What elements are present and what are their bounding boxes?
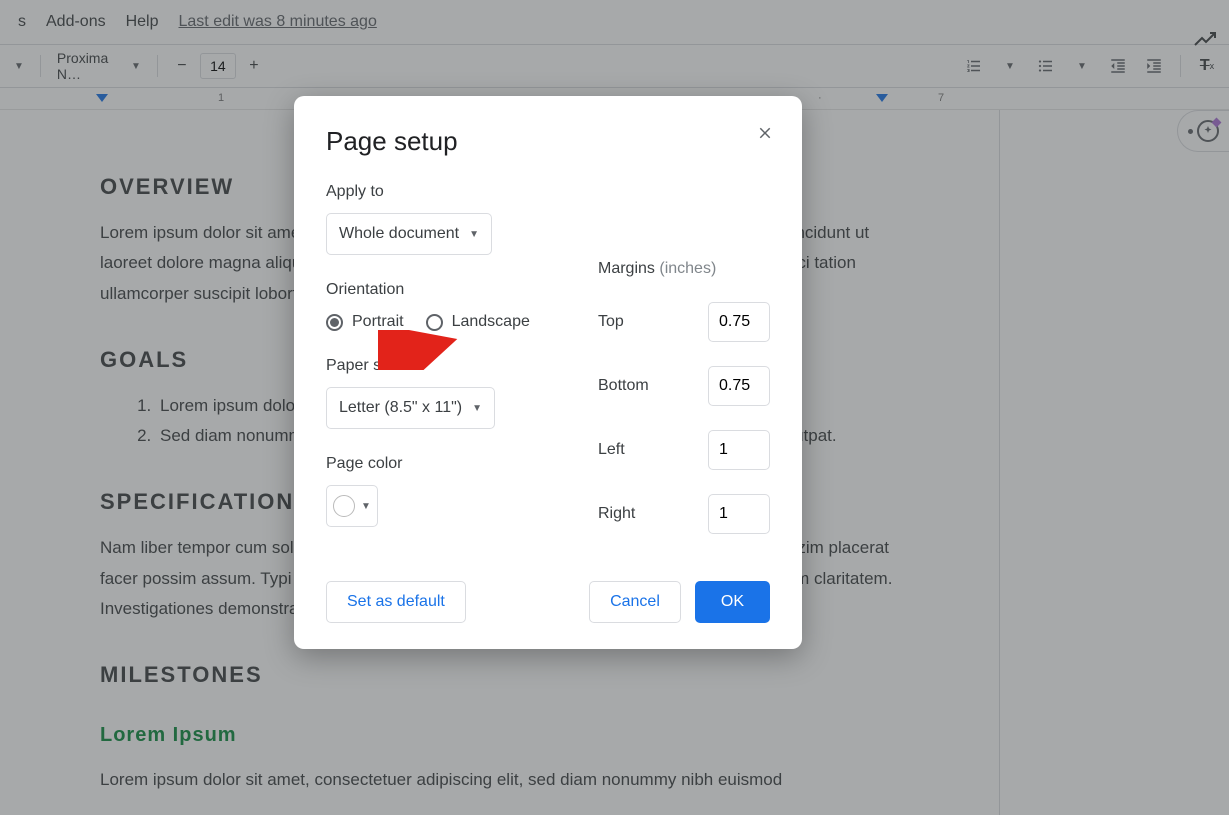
margin-right-input[interactable] bbox=[708, 494, 770, 534]
orientation-landscape-option[interactable]: Landscape bbox=[426, 313, 530, 331]
close-button[interactable] bbox=[756, 124, 774, 147]
cancel-button[interactable]: Cancel bbox=[589, 581, 681, 623]
margin-bottom-label: Bottom bbox=[598, 377, 649, 395]
close-icon bbox=[756, 124, 774, 142]
margin-top-input[interactable] bbox=[708, 302, 770, 342]
page-color-picker[interactable]: ▼ bbox=[326, 485, 378, 527]
paper-size-value: Letter (8.5" x 11") bbox=[339, 399, 462, 417]
margins-label: Margins (inches) bbox=[598, 260, 770, 278]
apply-to-value: Whole document bbox=[339, 225, 459, 243]
margin-right-label: Right bbox=[598, 505, 635, 523]
radio-label: Portrait bbox=[352, 313, 404, 331]
margin-top-label: Top bbox=[598, 313, 624, 331]
radio-label: Landscape bbox=[452, 313, 530, 331]
dialog-actions: Set as default Cancel OK bbox=[326, 581, 770, 623]
set-default-button[interactable]: Set as default bbox=[326, 581, 466, 623]
apply-to-select[interactable]: Whole document ▼ bbox=[326, 213, 492, 255]
chevron-down-icon: ▼ bbox=[472, 403, 482, 414]
radio-icon bbox=[326, 314, 343, 331]
orientation-portrait-option[interactable]: Portrait bbox=[326, 313, 404, 331]
radio-icon bbox=[426, 314, 443, 331]
paper-size-select[interactable]: Letter (8.5" x 11") ▼ bbox=[326, 387, 495, 429]
chevron-down-icon: ▼ bbox=[469, 229, 479, 240]
margin-left-label: Left bbox=[598, 441, 625, 459]
margin-bottom-input[interactable] bbox=[708, 366, 770, 406]
dialog-title: Page setup bbox=[326, 126, 770, 157]
color-swatch-icon bbox=[333, 495, 355, 517]
chevron-down-icon: ▼ bbox=[361, 501, 371, 512]
apply-to-label: Apply to bbox=[326, 183, 770, 201]
margin-left-input[interactable] bbox=[708, 430, 770, 470]
page-setup-dialog: Page setup Apply to Whole document ▼ Ori… bbox=[294, 96, 802, 649]
margins-column: Margins (inches) Top Bottom Left Right bbox=[598, 260, 770, 534]
ok-button[interactable]: OK bbox=[695, 581, 770, 623]
